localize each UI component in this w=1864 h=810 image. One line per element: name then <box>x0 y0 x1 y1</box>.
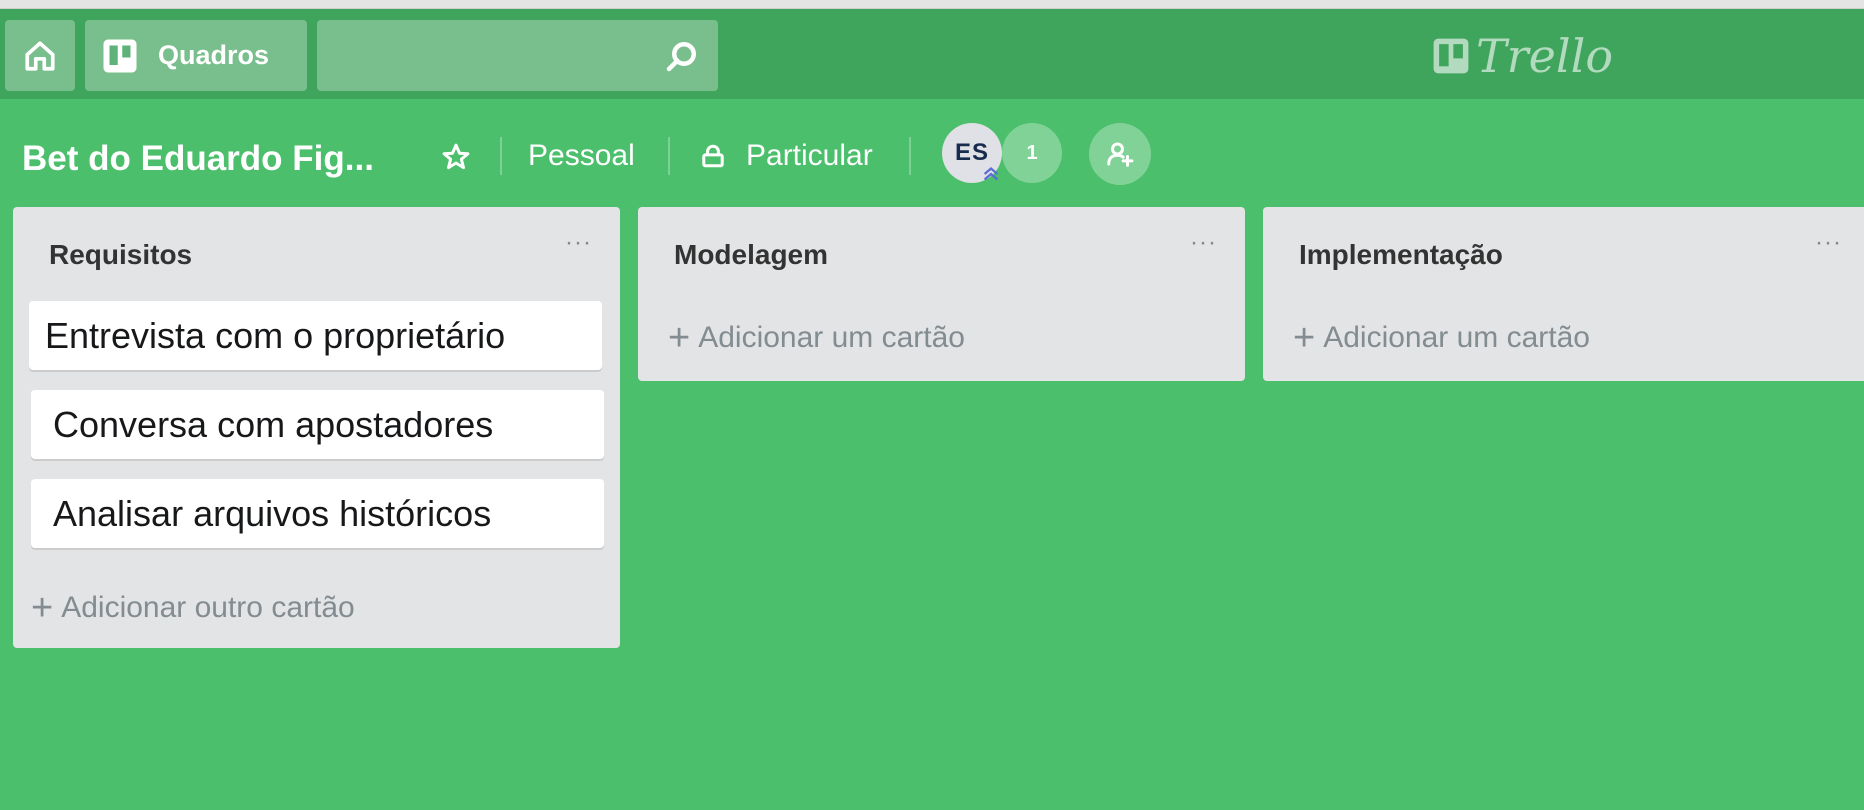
list-title[interactable]: Modelagem <box>674 239 828 271</box>
home-button[interactable] <box>5 20 75 91</box>
add-member-icon <box>1107 142 1134 167</box>
visibility-button[interactable]: Particular <box>700 139 873 173</box>
add-card-label: Adicionar um cartão <box>1323 321 1590 354</box>
add-card-label: Adicionar um cartão <box>698 321 965 354</box>
home-icon <box>25 40 55 71</box>
list-implementacao: Implementação ··· + Adicionar um cartão <box>1263 207 1864 381</box>
window-top-strip <box>0 0 1864 9</box>
add-card-label: Adicionar outro cartão <box>61 591 355 624</box>
separator <box>500 137 502 175</box>
separator <box>668 137 670 175</box>
card-item[interactable]: Analisar arquivos históricos <box>31 479 604 548</box>
team-button[interactable]: Pessoal <box>528 139 635 173</box>
trello-logo-text: Trello <box>1476 29 1614 83</box>
list-title[interactable]: Requisitos <box>49 239 192 271</box>
search-input[interactable] <box>317 20 718 91</box>
board-header: Bet do Eduardo Fig... Pessoal Particular <box>0 99 1864 209</box>
star-button[interactable] <box>436 137 476 177</box>
card-item[interactable]: Conversa com apostadores <box>31 390 604 459</box>
list-menu-button[interactable]: ··· <box>565 229 592 257</box>
member-count: 1 <box>1026 141 1038 164</box>
add-card-button[interactable]: + Adicionar um cartão <box>668 319 965 357</box>
trello-logo-icon <box>1433 38 1469 74</box>
plus-icon: + <box>1293 317 1316 359</box>
admin-chevron-icon <box>980 163 1002 190</box>
star-icon <box>442 143 470 170</box>
invite-member-button[interactable] <box>1089 123 1151 185</box>
trello-logo[interactable]: Trello <box>1432 29 1614 83</box>
boards-button[interactable]: Quadros <box>85 20 307 91</box>
lock-icon <box>702 144 724 168</box>
separator <box>909 137 911 175</box>
list-title[interactable]: Implementação <box>1299 239 1503 271</box>
list-modelagem: Modelagem ··· + Adicionar um cartão <box>638 207 1245 381</box>
board-title[interactable]: Bet do Eduardo Fig... <box>22 139 374 179</box>
boards-icon <box>103 39 137 72</box>
add-card-button[interactable]: + Adicionar um cartão <box>1293 319 1590 357</box>
plus-icon: + <box>668 317 691 359</box>
list-menu-button[interactable]: ··· <box>1815 229 1842 257</box>
list-requisitos: Requisitos ··· Entrevista com o propriet… <box>13 207 620 648</box>
top-header: Quadros Trello <box>0 9 1864 99</box>
plus-icon: + <box>31 587 54 629</box>
search-icon[interactable] <box>663 39 699 80</box>
member-count-badge[interactable]: 1 <box>1002 123 1062 183</box>
card-item[interactable]: Entrevista com o proprietário <box>29 301 602 370</box>
visibility-label: Particular <box>746 139 873 172</box>
add-card-button[interactable]: + Adicionar outro cartão <box>31 589 355 627</box>
boards-label: Quadros <box>158 40 270 70</box>
list-menu-button[interactable]: ··· <box>1190 229 1217 257</box>
